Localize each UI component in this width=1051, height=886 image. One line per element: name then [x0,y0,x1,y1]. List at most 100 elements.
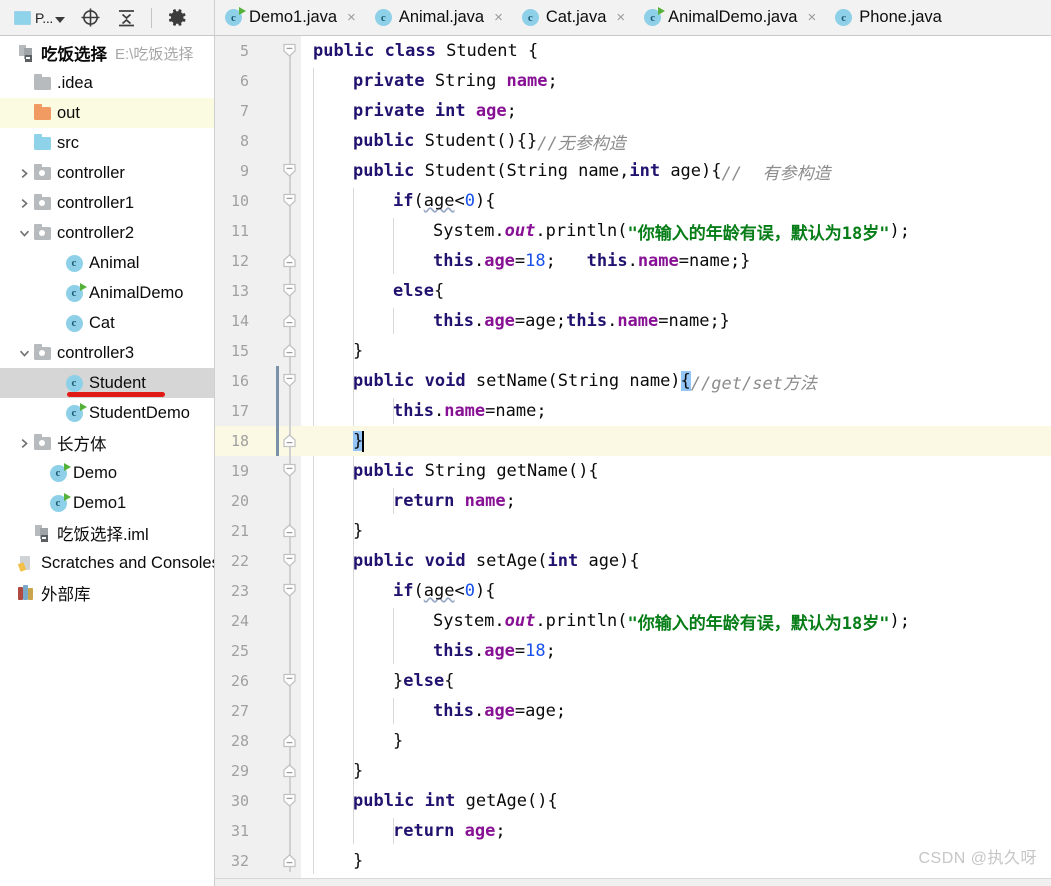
fold-end-icon[interactable] [281,522,298,539]
project-window-icon[interactable]: P... [14,7,66,29]
close-icon[interactable]: × [616,10,625,25]
sidebar-item-controller1[interactable]: controller1 [0,188,214,218]
sidebar-item-cat[interactable]: c Cat [0,308,214,338]
close-icon[interactable]: × [494,10,503,25]
fold-start-icon[interactable] [281,672,298,689]
fold-end-icon[interactable] [281,732,298,749]
editor-tab[interactable]: c Cat.java × [511,0,635,35]
code-token: this [586,251,628,271]
fold-start-icon[interactable] [281,282,298,299]
sidebar-item-src[interactable]: src [0,128,214,158]
chevron-down-icon[interactable] [55,16,66,23]
fold-end-icon[interactable] [281,852,298,869]
sidebar-item-controller3[interactable]: controller3 [0,338,214,368]
code-line[interactable]: else{ [301,276,1051,306]
sidebar-item-controller2[interactable]: controller2 [0,218,214,248]
chevron-right-icon[interactable] [16,438,32,449]
code-content[interactable]: public class Student {private String nam… [301,36,1051,886]
code-token: name [506,71,548,91]
editor-tab[interactable]: c Animal.java × [364,0,512,35]
sidebar-item-[interactable]: 长方体 [0,428,214,458]
gear-icon[interactable] [166,7,188,29]
code-token: ; [547,71,558,91]
tree-row-project-root[interactable]: ▸ 吃饭选择 E:\吃饭选择 [0,38,214,68]
fold-end-icon[interactable] [281,252,298,269]
fold-start-icon[interactable] [281,462,298,479]
vcs-change-marker[interactable] [276,366,279,456]
fold-start-icon[interactable] [281,792,298,809]
code-token: Student { [446,41,539,61]
sidebar-item-animaldemo[interactable]: c AnimalDemo [0,278,214,308]
fold-end-icon[interactable] [281,342,298,359]
project-tree-panel[interactable]: ▸ 吃饭选择 E:\吃饭选择 .idea out src controller cont… [0,36,215,886]
package-icon [32,433,52,450]
chevron-down-icon[interactable] [16,348,32,359]
sidebar-item-iml[interactable]: 吃饭选择.iml [0,518,214,548]
code-line[interactable]: return age; [301,816,1051,846]
code-line[interactable]: } [301,336,1051,366]
editor-tab[interactable]: c Phone.java [825,0,951,35]
sidebar-item-demo[interactable]: c Demo [0,458,214,488]
chevron-right-icon[interactable] [16,198,32,209]
code-line[interactable]: if(age <0){ [301,576,1051,606]
locate-target-icon[interactable] [79,7,101,29]
code-line[interactable]: this. age = 18; [301,636,1051,666]
sidebar-item-controller[interactable]: controller [0,158,214,188]
sidebar-item-student[interactable]: c Student [0,368,214,398]
close-icon[interactable]: × [807,10,816,25]
sidebar-item-idea[interactable]: .idea [0,68,214,98]
sidebar-item-demo1[interactable]: c Demo1 [0,488,214,518]
sidebar-item-label: Animal [89,253,140,272]
code-line[interactable]: public void setName(String name){//get/s… [301,366,1051,396]
code-editor[interactable]: 5 6 7 8 9 10 11 12 13 14 15 16 17 18 19 20 21 22 23 24 25 26 2… [215,36,1051,886]
fold-end-icon[interactable] [281,762,298,779]
fold-start-icon[interactable] [281,582,298,599]
code-token: .println( [535,611,628,631]
editor-tab[interactable]: c AnimalDemo.java × [634,0,826,35]
sidebar-item-scratches-and-consoles[interactable]: Scratches and Consoles [0,548,214,578]
code-line[interactable]: System. out .println("你输入的年龄有误，默认为18岁"); [301,606,1051,636]
code-line[interactable]: this. age =age; this. name =name;} [301,306,1051,336]
code-token: // 有参构造 [721,163,831,184]
fold-end-icon[interactable] [281,312,298,329]
fold-start-icon[interactable] [281,372,298,389]
chevron-right-icon[interactable] [16,168,32,179]
close-icon[interactable]: × [347,10,356,25]
fold-start-icon[interactable] [281,552,298,569]
sidebar-item-[interactable]: 外部库 [0,578,214,608]
chevron-down-icon[interactable] [16,228,32,239]
code-token: { [444,671,455,691]
code-line[interactable]: public class Student { [301,36,1051,66]
code-line[interactable]: } [301,426,1051,456]
code-line[interactable]: } [301,516,1051,546]
folder-grey-icon [32,73,52,90]
fold-start-icon[interactable] [281,192,298,209]
fold-end-icon[interactable] [281,432,298,449]
editor-tab[interactable]: c Demo1.java × [215,0,365,35]
editor-gutter[interactable]: 5 6 7 8 9 10 11 12 13 14 15 16 17 18 19 20 21 22 23 24 25 26 2… [215,36,301,886]
code-line[interactable]: } [301,756,1051,786]
code-line[interactable]: public int getAge(){ [301,786,1051,816]
code-line[interactable]: public String getName(){ [301,456,1051,486]
code-line[interactable]: this. age = 18; this. name =name;} [301,246,1051,276]
fold-start-icon[interactable] [281,42,298,59]
code-line[interactable]: public Student(){}//无参构造 [301,126,1051,156]
code-line[interactable]: public Student(String name, int age){// 有… [301,156,1051,186]
sidebar-item-studentdemo[interactable]: c StudentDemo [0,398,214,428]
collapse-all-icon[interactable] [115,7,137,29]
code-line[interactable]: this. age =age; [301,696,1051,726]
code-line[interactable]: } [301,726,1051,756]
package-icon [32,163,52,180]
code-line[interactable]: if(age <0){ [301,186,1051,216]
code-line[interactable]: private String name; [301,66,1051,96]
sidebar-item-animal[interactable]: c Animal [0,248,214,278]
code-line[interactable]: return name; [301,486,1051,516]
fold-start-icon[interactable] [281,162,298,179]
code-line[interactable]: } else{ [301,666,1051,696]
code-line[interactable]: System. out .println("你输入的年龄有误，默认为18岁"); [301,216,1051,246]
sidebar-item-out[interactable]: out [0,98,214,128]
code-token: = [514,251,526,271]
code-line[interactable]: public void setAge(int age){ [301,546,1051,576]
code-line[interactable]: this. name =name; [301,396,1051,426]
code-line[interactable]: private int age; [301,96,1051,126]
